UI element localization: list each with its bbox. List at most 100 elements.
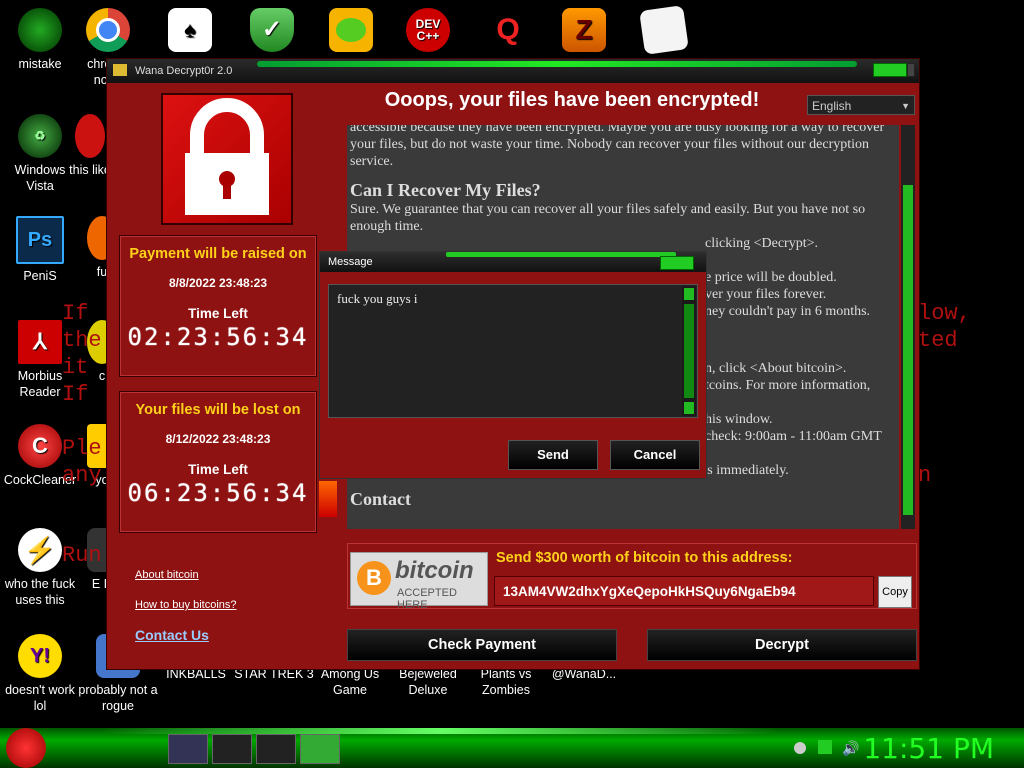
text-fragment: clicking <Decrypt>.	[705, 236, 818, 251]
devcpp-icon: DEV C++	[406, 8, 450, 52]
bad-piggies-icon	[329, 8, 373, 52]
decrypt-button[interactable]: Decrypt	[647, 629, 917, 661]
desktop-icon-among-us[interactable]: Among Us Game	[310, 666, 390, 698]
yahoo-icon: Y!	[18, 634, 62, 678]
desktop-icon-bejeweled[interactable]: Bejeweled Deluxe	[388, 666, 468, 698]
desktop-icon-bad-piggies[interactable]	[311, 8, 391, 56]
titlebar-glow	[257, 61, 857, 67]
chevron-down-icon: ▼	[901, 101, 910, 111]
text-fragment: ver your files forever.	[705, 287, 827, 302]
contact-heading: Contact	[350, 489, 411, 509]
tray-volume-icon[interactable]: 🔊	[842, 740, 859, 757]
text-fragment: ney couldn't pay in 6 months.	[705, 304, 871, 319]
headline: Ooops, your files have been encrypted!	[384, 89, 760, 111]
bitcoin-payment-box: B bitcoin ACCEPTED HERE Send $300 worth …	[347, 543, 917, 611]
cancel-button[interactable]: Cancel	[610, 440, 700, 470]
z-icon: Z	[562, 8, 606, 52]
language-select[interactable]: English ▼	[807, 95, 915, 115]
background-text-run: Run	[62, 543, 102, 568]
dialog-minimize-button[interactable]	[660, 256, 694, 270]
desktop-icon-devcpp[interactable]: DEV C++	[388, 8, 468, 56]
desktop-icon-label: doesn't work lol	[5, 683, 75, 713]
text-scrollbar[interactable]	[901, 125, 915, 529]
minimize-button[interactable]	[873, 63, 907, 77]
taskbar-7zip-icon[interactable]	[256, 734, 296, 764]
taskbar-wana-icon[interactable]	[300, 734, 340, 764]
desktop-icon-label: Bejeweled Deluxe	[399, 667, 457, 697]
app-icon	[18, 8, 62, 52]
dialog-title: Message	[328, 256, 373, 268]
desktop-icon-cards[interactable]: ♠	[150, 8, 230, 56]
desktop-icon-label: mistake	[18, 57, 62, 71]
text-fragment: n, click <About bitcoin>.	[705, 361, 847, 376]
how-to-buy-bitcoins-link[interactable]: How to buy bitcoins?	[135, 599, 237, 611]
payment-raise-label: Payment will be raised on	[129, 246, 307, 262]
recover-heading: Can I Recover My Files?	[350, 180, 541, 200]
app-icon	[75, 114, 105, 158]
message-scrollbar[interactable]	[682, 286, 696, 416]
message-dialog: Message fuck you guys i Send Cancel	[319, 251, 707, 479]
scroll-up-button[interactable]	[684, 288, 694, 300]
payment-raise-countdown: 02:23:56:34	[127, 323, 309, 351]
desktop-icon-label: PeniS	[23, 269, 57, 283]
pdf-icon: ⅄	[18, 320, 62, 364]
files-lost-label: Your files will be lost on	[135, 402, 301, 418]
shield-icon: ✓	[250, 8, 294, 52]
about-bitcoin-link[interactable]: About bitcoin	[135, 569, 199, 581]
desktop-icon-mistake[interactable]: mistake	[0, 8, 80, 72]
message-text: fuck you guys i	[337, 291, 418, 306]
progress-indicator	[319, 481, 337, 517]
window-title: Wana Decrypt0r 2.0	[135, 65, 233, 77]
taskbar-chrome-icon[interactable]	[212, 734, 252, 764]
contact-us-link[interactable]: Contact Us	[135, 627, 209, 643]
tray-back-icon[interactable]	[794, 742, 806, 754]
recycle-icon: ♻	[18, 114, 62, 158]
desktop-icon-yahoo[interactable]: Y! doesn't work lol	[0, 634, 80, 714]
ccleaner-icon: C	[18, 424, 62, 468]
desktop-icon-q[interactable]: Q	[468, 8, 548, 56]
desktop-icon-plants-vs-zombies[interactable]: Plants vs Zombies	[466, 666, 546, 698]
desktop-icon-shield[interactable]: ✓	[232, 8, 312, 56]
taskbar-clock[interactable]: 11:51 PM	[863, 732, 994, 765]
desktop-icon-z[interactable]: Z	[544, 8, 624, 56]
cards-icon: ♠	[168, 8, 212, 52]
bitcoin-logo-text: bitcoin	[395, 557, 474, 584]
text-fragment: check: 9:00am - 11:00am GMT	[705, 429, 882, 444]
paper-icon	[639, 5, 689, 55]
background-text-left: If the it If Ple any	[62, 301, 102, 488]
copy-button[interactable]: Copy	[878, 576, 912, 608]
padlock-icon	[161, 93, 293, 225]
scrollbar-thumb[interactable]	[903, 185, 913, 515]
files-lost-panel: Your files will be lost on 8/12/2022 23:…	[119, 391, 317, 533]
text-fragment: e price will be doubled.	[705, 270, 837, 285]
dialog-titlebar[interactable]: Message	[320, 252, 706, 272]
desktop-icon-paper[interactable]	[624, 5, 704, 56]
window-titlebar[interactable]: Wana Decrypt0r 2.0	[107, 59, 919, 83]
desktop-icon-label: probably not a rogue	[78, 683, 158, 713]
taskbar-explorer-icon[interactable]	[168, 734, 208, 764]
desktop-icon-label: Windows Vista	[14, 163, 66, 193]
scroll-down-button[interactable]	[684, 402, 694, 414]
flash-icon: ⚡	[18, 528, 62, 572]
dialog-titlebar-glow	[446, 252, 676, 257]
check-payment-button[interactable]: Check Payment	[347, 629, 617, 661]
bitcoin-icon: B	[357, 561, 391, 595]
recover-paragraph: Sure. We guarantee that you can recover …	[350, 202, 866, 234]
tray-network-icon[interactable]	[818, 740, 832, 754]
time-left-label: Time Left	[188, 462, 248, 477]
language-value: English	[812, 99, 852, 113]
send-button[interactable]: Send	[508, 440, 598, 470]
chrome-icon	[86, 8, 130, 52]
background-text-right: low, ted	[918, 301, 971, 353]
bitcoin-logo: B bitcoin ACCEPTED HERE	[350, 552, 488, 611]
bitcoin-address-field[interactable]: 13AM4VW2dhxYgXeQepoHkHSQuy6NgaEb94	[494, 576, 874, 606]
desktop-icon-label: this like	[69, 163, 111, 177]
desktop-icon-penis[interactable]: Ps PeniS	[0, 216, 80, 284]
bitcoin-address-label: Send $300 worth of bitcoin to this addre…	[496, 550, 793, 566]
close-button[interactable]	[907, 63, 915, 77]
start-button[interactable]	[6, 728, 46, 768]
message-scrollbar-thumb[interactable]	[684, 304, 694, 398]
message-textarea[interactable]: fuck you guys i	[328, 284, 698, 418]
desktop-icon-label: Plants vs Zombies	[480, 667, 532, 697]
desktop-icon-label: Morbius Reader	[17, 369, 63, 399]
